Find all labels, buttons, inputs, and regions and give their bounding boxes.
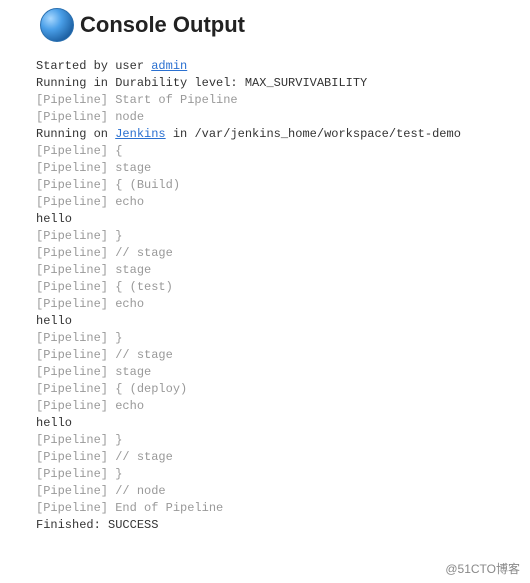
blue-ball-icon <box>40 8 74 42</box>
log-line-pipeline-close: [Pipeline] } <box>36 229 122 243</box>
log-line-running-suffix: in /var/jenkins_home/workspace/test-demo <box>166 127 461 141</box>
user-link[interactable]: admin <box>151 59 187 73</box>
log-line-pipeline-start: [Pipeline] Start of Pipeline <box>36 93 238 107</box>
log-line-pipeline-echo: [Pipeline] echo <box>36 297 144 311</box>
log-line-pipeline-stage: [Pipeline] stage <box>36 263 151 277</box>
log-line-pipeline-build-open: [Pipeline] { (Build) <box>36 178 180 192</box>
log-line-pipeline-open: [Pipeline] { <box>36 144 122 158</box>
log-line-echo-output: hello <box>36 314 72 328</box>
log-line-pipeline-deploy-open: [Pipeline] { (deploy) <box>36 382 187 396</box>
log-line-pipeline-close: [Pipeline] } <box>36 331 122 345</box>
log-line-pipeline-stage-end: [Pipeline] // stage <box>36 246 173 260</box>
log-line-pipeline-end: [Pipeline] End of Pipeline <box>36 501 223 515</box>
log-line-pipeline-test-open: [Pipeline] { (test) <box>36 280 173 294</box>
jenkins-link[interactable]: Jenkins <box>115 127 165 141</box>
log-line-pipeline-stage: [Pipeline] stage <box>36 365 151 379</box>
log-line-pipeline-echo: [Pipeline] echo <box>36 399 144 413</box>
log-line-running-prefix: Running on <box>36 127 115 141</box>
log-line-echo-output: hello <box>36 416 72 430</box>
log-line-pipeline-close: [Pipeline] } <box>36 467 122 481</box>
log-line-durability: Running in Durability level: MAX_SURVIVA… <box>36 76 367 90</box>
log-line-echo-output: hello <box>36 212 72 226</box>
log-line-pipeline-stage-end: [Pipeline] // stage <box>36 348 173 362</box>
page-title: Console Output <box>80 12 245 38</box>
log-line-pipeline-close: [Pipeline] } <box>36 433 122 447</box>
log-line-pipeline-node: [Pipeline] node <box>36 110 144 124</box>
watermark: @51CTO博客 <box>445 560 520 577</box>
page-header: Console Output <box>0 0 530 50</box>
log-line-pipeline-echo: [Pipeline] echo <box>36 195 144 209</box>
log-line-pipeline-node-end: [Pipeline] // node <box>36 484 166 498</box>
log-line-pipeline-stage-end: [Pipeline] // stage <box>36 450 173 464</box>
console-output: Started by user admin Running in Durabil… <box>36 58 530 534</box>
log-line-started-prefix: Started by user <box>36 59 151 73</box>
log-line-finished: Finished: SUCCESS <box>36 518 158 532</box>
log-line-pipeline-stage: [Pipeline] stage <box>36 161 151 175</box>
